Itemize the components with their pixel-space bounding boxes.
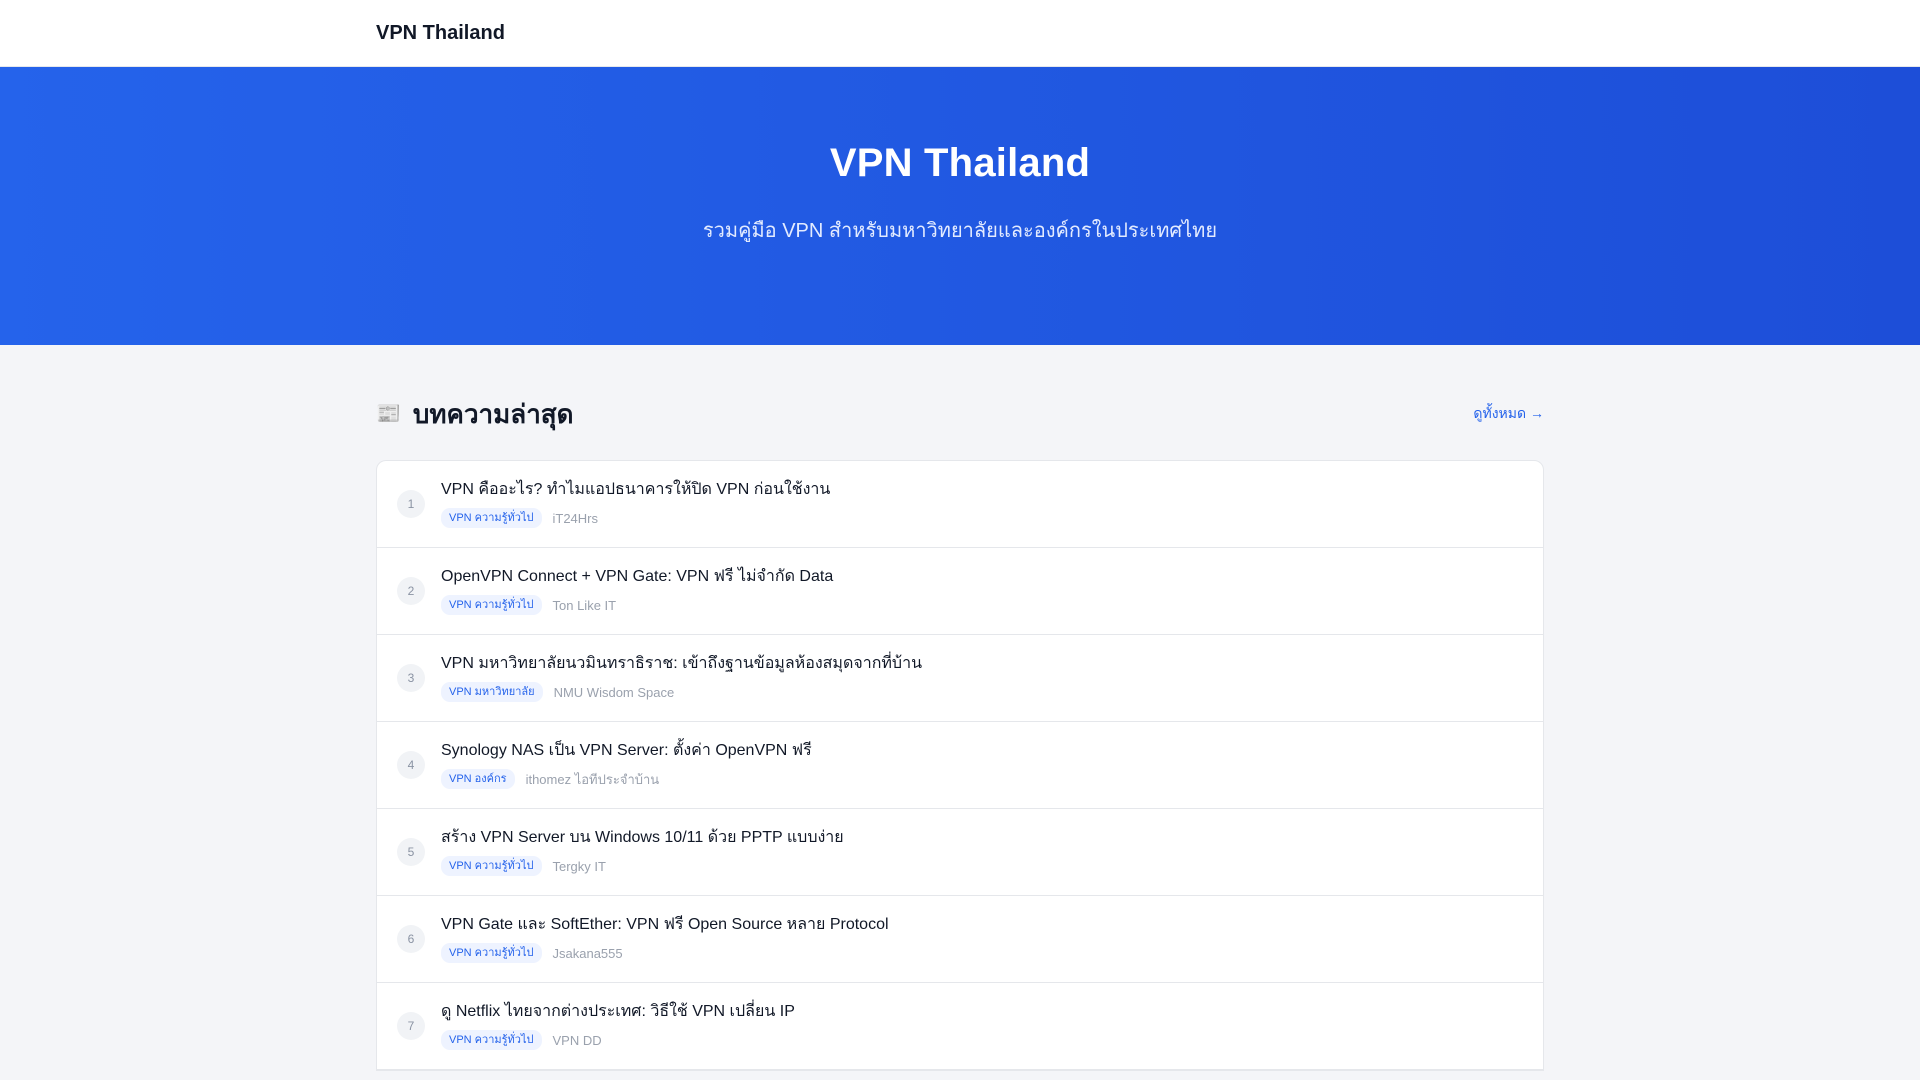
article-source: VPN DD: [552, 1032, 602, 1048]
article-number-badge: 7: [397, 1012, 425, 1040]
article-source: NMU Wisdom Space: [553, 684, 675, 700]
article-number-badge: 1: [397, 490, 425, 518]
article-list: 1 VPN คืออะไร? ทำไมแอปธนาคารให้ปิด VPN ก่…: [376, 460, 1544, 1071]
article-body: VPN คืออะไร? ทำไมแอปธนาคารให้ปิด VPN ก่อ…: [441, 480, 830, 528]
article-meta: VPN มหาวิทยาลัย NMU Wisdom Space: [441, 682, 922, 702]
article-source: Ton Like IT: [552, 597, 617, 613]
article-number-badge: 3: [397, 664, 425, 692]
article-meta: VPN องค์กร ithomez ไอทีประจำบ้าน: [441, 769, 812, 790]
category-tag[interactable]: VPN ความรู้ทั่วไป: [441, 1030, 542, 1050]
article-body: สร้าง VPN Server บน Windows 10/11 ด้วย P…: [441, 828, 844, 876]
hero-title: VPN Thailand: [829, 141, 1091, 185]
article-item[interactable]: 5 สร้าง VPN Server บน Windows 10/11 ด้วย …: [377, 809, 1543, 896]
article-meta: VPN ความรู้ทั่วไป Ton Like IT: [441, 595, 833, 615]
article-item[interactable]: 6 VPN Gate และ SoftEther: VPN ฟรี Open So…: [377, 896, 1543, 983]
article-title-link[interactable]: VPN Gate และ SoftEther: VPN ฟรี Open Sou…: [441, 915, 889, 935]
article-source: Tergky IT: [552, 858, 606, 874]
article-meta: VPN ความรู้ทั่วไป Tergky IT: [441, 856, 844, 876]
article-title-link[interactable]: ดู Netflix ไทยจากต่างประเทศ: วิธีใช้ VPN…: [441, 1002, 795, 1022]
section-title-text: บทความล่าสุด: [412, 398, 574, 429]
newspaper-icon: 📰: [376, 403, 401, 425]
article-body: VPN มหาวิทยาลัยนวมินทราธิราช: เข้าถึงฐาน…: [441, 654, 922, 702]
article-item[interactable]: 1 VPN คืออะไร? ทำไมแอปธนาคารให้ปิด VPN ก่…: [377, 461, 1543, 548]
article-number-badge: 4: [397, 751, 425, 779]
article-meta: VPN ความรู้ทั่วไป iT24Hrs: [441, 508, 830, 528]
article-source: ithomez ไอทีประจำบ้าน: [525, 771, 660, 787]
article-body: VPN Gate และ SoftEther: VPN ฟรี Open Sou…: [441, 915, 889, 963]
article-source: iT24Hrs: [552, 510, 599, 526]
article-source: Jsakana555: [552, 945, 623, 961]
category-tag[interactable]: VPN ความรู้ทั่วไป: [441, 595, 542, 615]
article-title-link[interactable]: OpenVPN Connect + VPN Gate: VPN ฟรี ไม่จ…: [441, 567, 833, 587]
section-title: 📰 บทความล่าสุด: [376, 394, 574, 435]
category-tag[interactable]: VPN ความรู้ทั่วไป: [441, 508, 542, 528]
article-title-link[interactable]: VPN มหาวิทยาลัยนวมินทราธิราช: เข้าถึงฐาน…: [441, 654, 922, 674]
article-meta: VPN ความรู้ทั่วไป VPN DD: [441, 1030, 795, 1050]
latest-articles-header: 📰 บทความล่าสุด ดูทั้งหมด →: [376, 395, 1544, 433]
category-tag[interactable]: VPN องค์กร: [441, 769, 515, 789]
category-tag[interactable]: VPN มหาวิทยาลัย: [441, 682, 543, 702]
main-content: 📰 บทความล่าสุด ดูทั้งหมด → 1 VPN คืออะไร?…: [376, 345, 1544, 1071]
top-navbar: VPN Thailand: [0, 0, 1920, 67]
article-item[interactable]: 4 Synology NAS เป็น VPN Server: ตั้งค่า O…: [377, 722, 1543, 809]
article-title-link[interactable]: Synology NAS เป็น VPN Server: ตั้งค่า Op…: [441, 741, 812, 761]
article-body: ดู Netflix ไทยจากต่างประเทศ: วิธีใช้ VPN…: [441, 1002, 795, 1050]
hero-banner: VPN Thailand รวมคู่มือ VPN สำหรับมหาวิทย…: [0, 67, 1920, 345]
article-number-badge: 2: [397, 577, 425, 605]
article-body: Synology NAS เป็น VPN Server: ตั้งค่า Op…: [441, 741, 812, 790]
article-number-badge: 5: [397, 838, 425, 866]
view-all-link[interactable]: ดูทั้งหมด →: [1473, 403, 1544, 425]
category-tag[interactable]: VPN ความรู้ทั่วไป: [441, 943, 542, 963]
article-item[interactable]: 3 VPN มหาวิทยาลัยนวมินทราธิราช: เข้าถึงฐา…: [377, 635, 1543, 722]
article-body: OpenVPN Connect + VPN Gate: VPN ฟรี ไม่จ…: [441, 567, 833, 615]
article-title-link[interactable]: VPN คืออะไร? ทำไมแอปธนาคารให้ปิด VPN ก่อ…: [441, 480, 830, 500]
article-item[interactable]: 2 OpenVPN Connect + VPN Gate: VPN ฟรี ไม่…: [377, 548, 1543, 635]
article-item[interactable]: 7 ดู Netflix ไทยจากต่างประเทศ: วิธีใช้ VP…: [377, 983, 1543, 1070]
article-number-badge: 6: [397, 925, 425, 953]
brand-logo-link[interactable]: VPN Thailand: [376, 22, 505, 45]
article-title-link[interactable]: สร้าง VPN Server บน Windows 10/11 ด้วย P…: [441, 828, 844, 848]
article-meta: VPN ความรู้ทั่วไป Jsakana555: [441, 943, 889, 963]
category-tag[interactable]: VPN ความรู้ทั่วไป: [441, 856, 542, 876]
hero-subtitle: รวมคู่มือ VPN สำหรับมหาวิทยาลัยและองค์กร…: [702, 220, 1218, 242]
